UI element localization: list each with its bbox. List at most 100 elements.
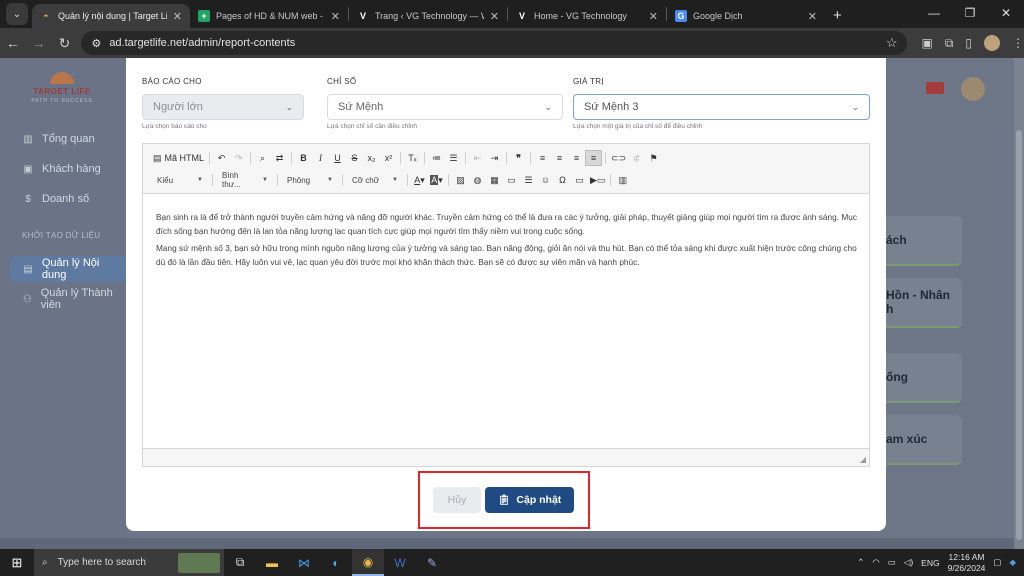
flash-globe-icon[interactable]: ◍: [469, 172, 486, 188]
file-explorer-icon[interactable]: ▬: [256, 549, 288, 576]
combo-label: Kiểu: [157, 175, 174, 185]
background-color-icon[interactable]: A ▾: [428, 172, 445, 188]
horizontal-line-icon[interactable]: ▭: [503, 172, 520, 188]
user-avatar[interactable]: [961, 77, 985, 101]
editor-content[interactable]: Bạn sinh ra là để trở thành người truyền…: [156, 210, 858, 272]
redo-icon[interactable]: ↷: [230, 150, 247, 166]
browser-tab[interactable]: + Pages of HD & NUM web - Goo ✕: [190, 4, 348, 28]
reload-icon[interactable]: ↻: [52, 35, 78, 52]
replace-icon[interactable]: ⇄: [271, 150, 288, 166]
align-center-icon[interactable]: ≡: [551, 150, 568, 166]
close-tab-icon[interactable]: ✕: [331, 10, 340, 23]
remove-format-icon[interactable]: Tₓ: [404, 150, 421, 166]
volume-icon[interactable]: ◁): [904, 557, 913, 568]
site-info-icon[interactable]: ⚙: [91, 37, 101, 50]
chrome-icon[interactable]: ◉: [352, 549, 384, 576]
index-select[interactable]: Sứ Mệnh ⌄: [327, 94, 563, 120]
unlink-icon[interactable]: ⊄: [628, 150, 645, 166]
align-justify-icon[interactable]: ≡: [585, 150, 603, 166]
font-size-combo[interactable]: Cỡ chữ ▼: [346, 172, 404, 188]
format-combo[interactable]: Bình thư... ▼: [216, 171, 274, 189]
sidebar-item-customers[interactable]: ▣ Khách hàng: [22, 160, 100, 178]
wifi-icon[interactable]: ◠: [872, 557, 879, 568]
language-indicator[interactable]: ENG: [921, 558, 939, 568]
browser-tab-active[interactable]: ◓ Quản lý nội dung | Target Life ✕: [32, 4, 190, 28]
sidepanel-icon[interactable]: ▯: [965, 36, 972, 50]
battery-icon[interactable]: ▭: [888, 557, 896, 568]
task-view-icon[interactable]: ⧉: [224, 549, 256, 576]
page-break-icon[interactable]: ☰: [520, 172, 537, 188]
page-scrollbar[interactable]: [1014, 58, 1024, 549]
text-color-icon[interactable]: A ▾: [411, 172, 428, 188]
source-html-button[interactable]: ▤ Mã HTML: [151, 150, 206, 166]
strikethrough-icon[interactable]: S: [346, 150, 363, 166]
restore-icon[interactable]: ❐: [952, 0, 988, 26]
blockquote-icon[interactable]: ❞: [510, 150, 527, 166]
link-icon[interactable]: ⊂⊃: [609, 150, 628, 166]
smiley-icon[interactable]: ☺: [537, 172, 554, 188]
italic-icon[interactable]: I: [312, 150, 329, 166]
image-icon[interactable]: ▨: [452, 172, 469, 188]
special-char-icon[interactable]: Ω: [554, 172, 571, 188]
bold-icon[interactable]: B: [295, 150, 312, 166]
scrollbar-thumb[interactable]: [1016, 130, 1022, 540]
back-icon[interactable]: ←: [0, 35, 26, 51]
anchor-flag-icon[interactable]: ⚑: [645, 150, 662, 166]
outdent-icon[interactable]: ⇤: [469, 150, 486, 166]
tab-search-button[interactable]: ⌄: [6, 3, 28, 25]
superscript-icon[interactable]: x²: [380, 150, 397, 166]
taskbar-search-box[interactable]: ⌕ Type here to search: [34, 549, 224, 576]
value-select[interactable]: Sứ Mệnh 3 ⌄: [573, 94, 870, 120]
align-left-icon[interactable]: ≡: [534, 150, 551, 166]
bulleted-list-icon[interactable]: ☰: [445, 150, 462, 166]
close-window-icon[interactable]: ✕: [988, 0, 1024, 26]
table-icon[interactable]: ▦: [486, 172, 503, 188]
subscript-icon[interactable]: x₂: [363, 150, 380, 166]
close-tab-icon[interactable]: ✕: [173, 10, 182, 23]
browser-tab[interactable]: V Trang ‹ VG Technology — Word ✕: [349, 4, 507, 28]
undo-icon[interactable]: ↶: [213, 150, 230, 166]
tab-title: Trang ‹ VG Technology — Word: [375, 11, 484, 21]
sidebar-item-member-management[interactable]: ⚇ Quản lý Thành viên: [22, 287, 126, 311]
forward-icon[interactable]: →: [26, 35, 52, 51]
copilot-icon[interactable]: ◆: [1009, 557, 1016, 568]
minimize-icon[interactable]: —: [916, 0, 952, 26]
browser-tab[interactable]: V Home - VG Technology ✕: [508, 4, 666, 28]
resize-grip-icon[interactable]: ◢: [860, 455, 866, 464]
close-tab-icon[interactable]: ✕: [649, 10, 658, 23]
iframe-icon[interactable]: ▭: [571, 172, 588, 188]
vietnam-flag-icon[interactable]: [926, 82, 944, 94]
templates-icon[interactable]: ▥: [614, 172, 631, 188]
chevron-up-icon[interactable]: ⌃: [857, 557, 864, 568]
sidebar-item-content-management[interactable]: ▤ Quản lý Nội dung: [22, 257, 126, 281]
browser-tab[interactable]: G Google Dịch ✕: [667, 4, 825, 28]
menu-kebab-icon[interactable]: ⋮: [1012, 36, 1024, 50]
address-bar[interactable]: ⚙ ad.targetlife.net/admin/report-content…: [81, 31, 908, 55]
extension-icon[interactable]: ▣: [921, 36, 932, 50]
font-combo[interactable]: Phông ▼: [281, 172, 339, 188]
underline-icon[interactable]: U: [329, 150, 346, 166]
find-icon[interactable]: ⌕: [254, 150, 271, 166]
style-combo[interactable]: Kiểu ▼: [151, 172, 209, 188]
indent-icon[interactable]: ⇥: [486, 150, 503, 166]
vscode-icon[interactable]: ⋈: [288, 549, 320, 576]
close-tab-icon[interactable]: ✕: [808, 10, 817, 23]
word-icon[interactable]: W: [384, 549, 416, 576]
edge-icon[interactable]: ◐: [320, 549, 352, 576]
paint-icon[interactable]: ✎: [416, 549, 448, 576]
update-button[interactable]: 📋︎ Cập nhật: [485, 487, 574, 513]
bookmark-star-icon[interactable]: ☆: [886, 35, 898, 51]
numbered-list-icon[interactable]: ≔: [428, 150, 445, 166]
new-tab-button[interactable]: +: [833, 7, 842, 24]
profile-avatar[interactable]: [984, 35, 1001, 51]
puzzle-icon[interactable]: ⧉: [945, 36, 954, 51]
insert-div-icon[interactable]: ▶▭: [588, 172, 607, 188]
clock[interactable]: 12:16 AM 9/26/2024: [948, 552, 986, 574]
sidebar-item-overview[interactable]: ▥ Tổng quan: [22, 130, 94, 148]
align-right-icon[interactable]: ≡: [568, 150, 585, 166]
windows-start-icon[interactable]: ⊞: [0, 549, 34, 576]
close-tab-icon[interactable]: ✕: [490, 10, 499, 23]
notification-icon[interactable]: ▢: [993, 557, 1001, 568]
sidebar-item-sales[interactable]: $ Doanh số: [22, 190, 89, 208]
cancel-button[interactable]: Hủy: [433, 487, 481, 513]
